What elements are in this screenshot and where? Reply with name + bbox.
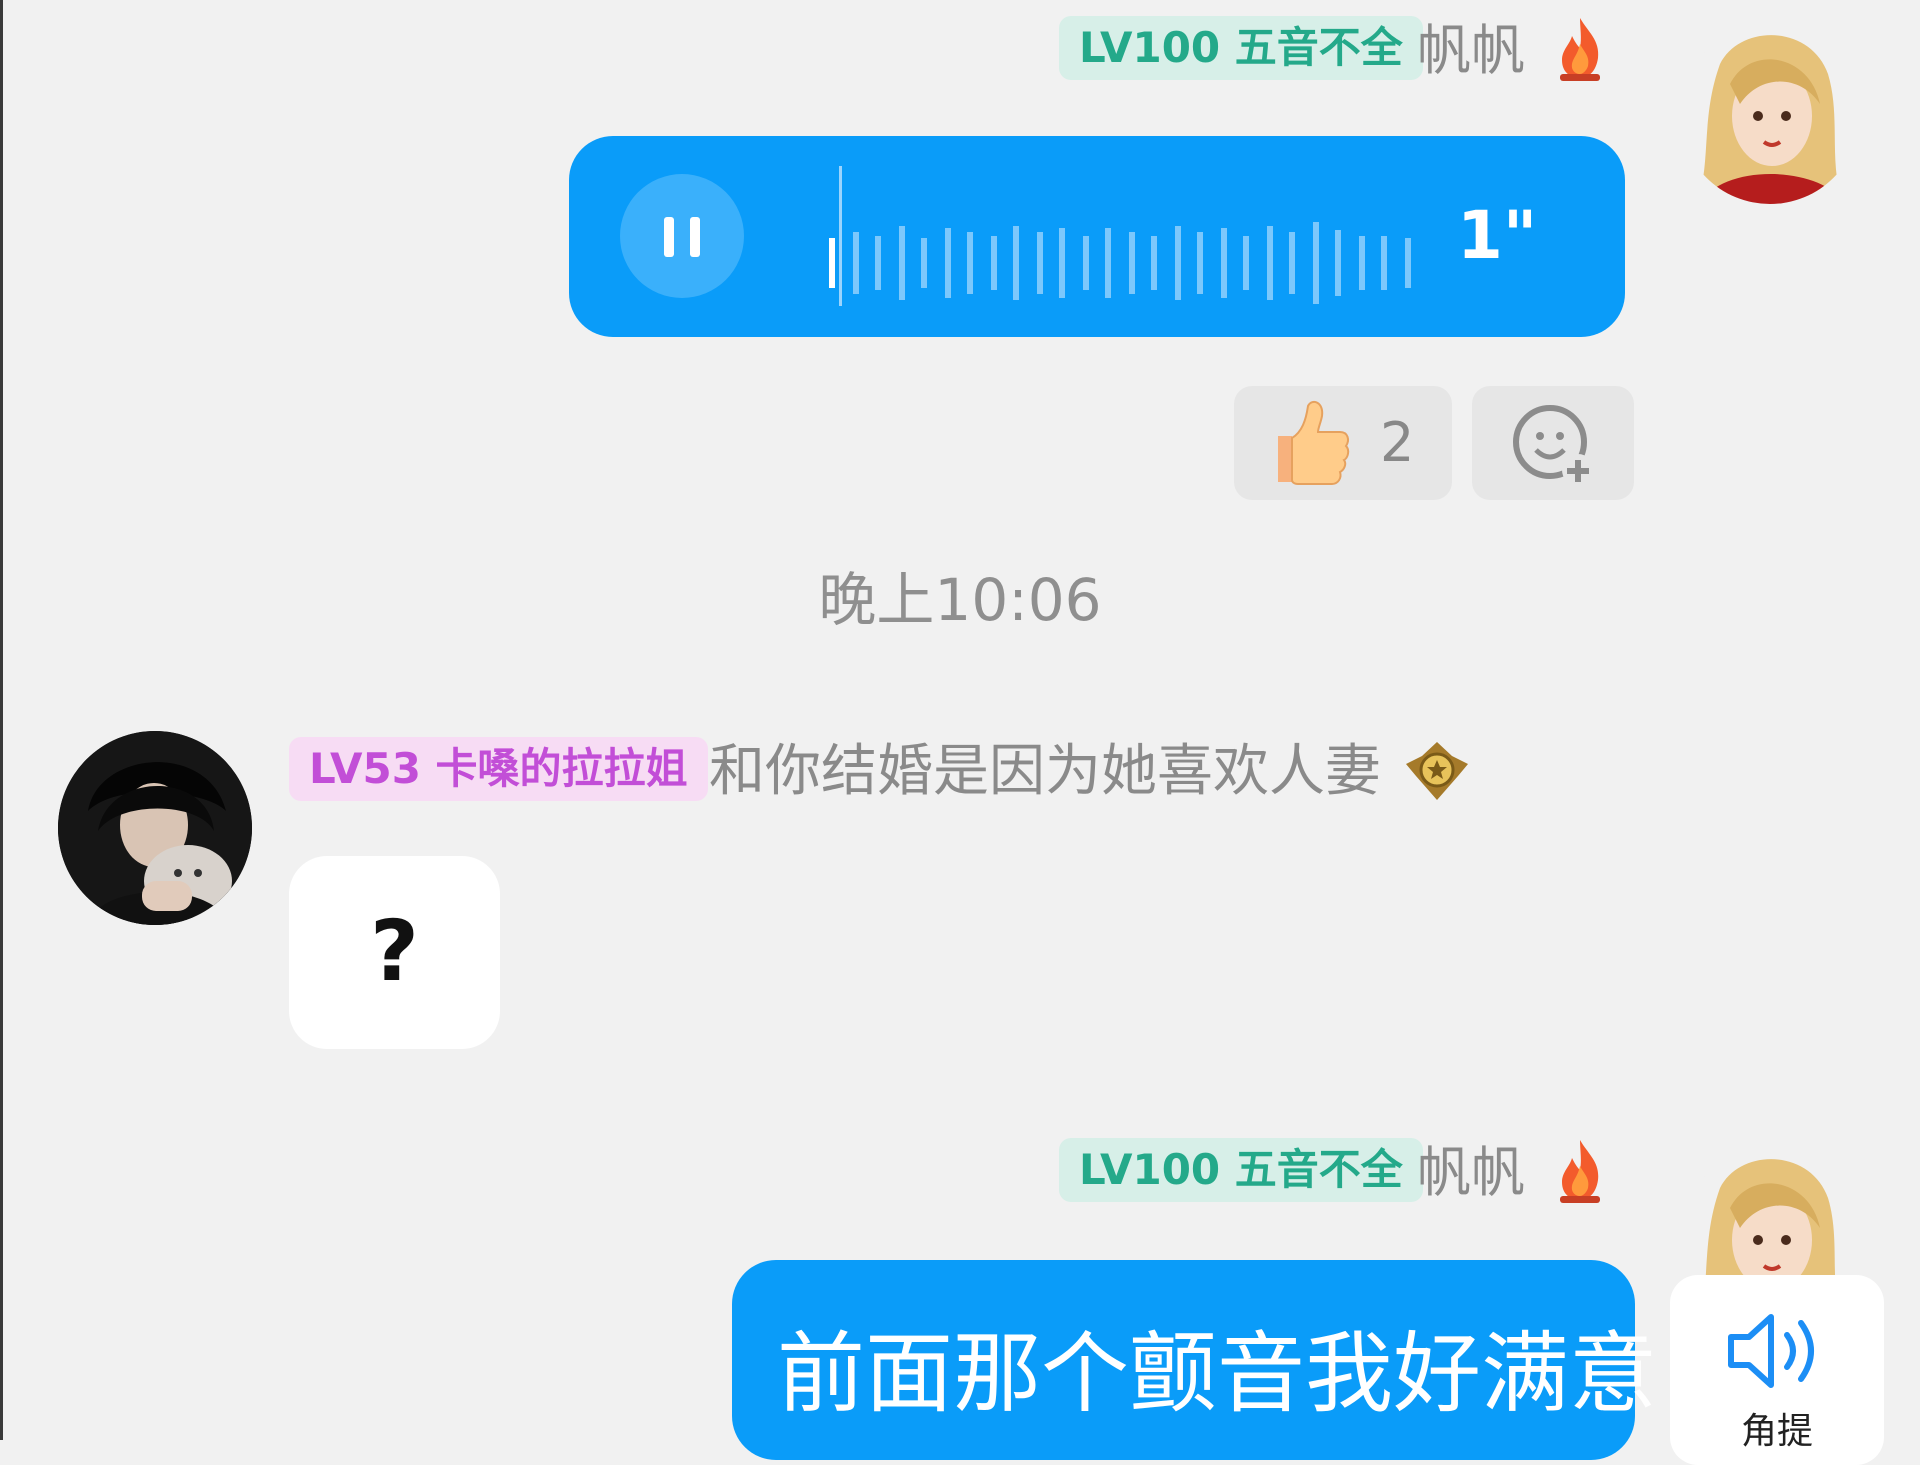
message-bubble[interactable]: ? xyxy=(289,856,500,1049)
voice-message-bubble[interactable]: 1" xyxy=(569,136,1625,337)
message-text: ? xyxy=(370,902,419,1000)
message-text: 前面那个颤音我好满意 xyxy=(777,1322,1658,1425)
window-edge xyxy=(0,0,3,1440)
fire-icon xyxy=(1550,14,1610,84)
tts-label: 角提 xyxy=(1740,1411,1813,1452)
level-tag: LV100 五音不全 xyxy=(1059,16,1423,80)
pause-icon[interactable] xyxy=(620,174,744,298)
speaker-icon xyxy=(1728,1314,1814,1388)
nickname[interactable]: 帆帆 xyxy=(1417,16,1525,86)
like-count: 2 xyxy=(1380,411,1415,474)
avatar[interactable] xyxy=(1680,24,1860,204)
text-to-speech-button[interactable]: 角提 xyxy=(1670,1275,1884,1465)
add-emoji-button[interactable] xyxy=(1472,386,1634,500)
voice-duration: 1" xyxy=(1457,197,1538,274)
message-timestamp: 晚上10:06 xyxy=(818,566,1102,634)
add-emoji-icon xyxy=(1513,405,1594,486)
thumbs-up-icon xyxy=(1278,400,1350,485)
avatar[interactable] xyxy=(58,731,252,925)
gold-badge-icon xyxy=(1402,736,1472,806)
level-tag: LV100 五音不全 xyxy=(1059,1138,1423,1202)
message-bubble[interactable]: 前面那个颤音我好满意 xyxy=(732,1260,1657,1460)
like-reaction-button[interactable]: 2 xyxy=(1234,386,1452,500)
level-tag: LV53 卡嗓的拉拉姐 xyxy=(289,737,708,801)
fire-icon xyxy=(1550,1136,1610,1206)
nickname[interactable]: 帆帆 xyxy=(1417,1138,1525,1208)
nickname[interactable]: 和你结婚是因为她喜欢人妻 xyxy=(709,732,1381,812)
waveform[interactable] xyxy=(809,166,1469,306)
